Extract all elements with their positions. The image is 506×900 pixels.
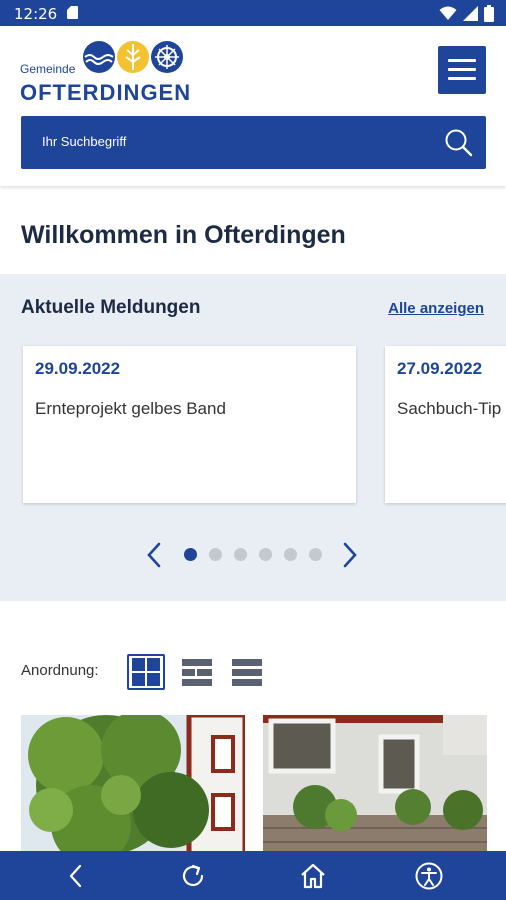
carousel-dot[interactable] bbox=[309, 548, 322, 561]
back-icon[interactable] bbox=[60, 859, 94, 893]
carousel-dot[interactable] bbox=[234, 548, 247, 561]
status-time: 12:26 bbox=[14, 5, 58, 23]
logo-name: OFTERDINGEN bbox=[20, 80, 192, 105]
search-input[interactable]: Ihr Suchbegriff bbox=[42, 134, 126, 149]
app-header: Gemeinde OFTERDINGEN Ihr Suchbegriff bbox=[0, 26, 506, 186]
layout-list-button[interactable] bbox=[230, 654, 268, 690]
bottom-nav bbox=[0, 851, 506, 900]
tree-photo bbox=[21, 715, 245, 855]
logo[interactable]: Gemeinde OFTERDINGEN bbox=[20, 40, 192, 105]
layout-label: Anordnung: bbox=[21, 662, 99, 679]
news-section: Aktuelle Meldungen Alle anzeigen 29.09.2… bbox=[0, 274, 506, 601]
list-icon bbox=[232, 659, 262, 686]
carousel-dot[interactable] bbox=[259, 548, 272, 561]
page-title: Willkommen in Ofterdingen bbox=[21, 221, 346, 249]
news-headline: Sachbuch-Tip bbox=[397, 399, 502, 418]
carousel-dot[interactable] bbox=[284, 548, 297, 561]
logo-small-text: Gemeinde bbox=[20, 62, 76, 76]
tile-image-tree[interactable] bbox=[21, 715, 245, 855]
news-date: 29.09.2022 bbox=[35, 359, 121, 378]
menu-button[interactable] bbox=[438, 46, 486, 94]
search-bar[interactable]: Ihr Suchbegriff bbox=[21, 116, 486, 169]
mixed-list-icon bbox=[182, 659, 212, 686]
accessibility-icon[interactable] bbox=[412, 859, 446, 893]
news-card[interactable]: 29.09.2022 Ernteprojekt gelbes Band bbox=[23, 346, 356, 503]
carousel-dots bbox=[184, 548, 322, 561]
carousel-dot[interactable] bbox=[209, 548, 222, 561]
news-title: Aktuelle Meldungen bbox=[21, 297, 201, 318]
news-card[interactable]: 27.09.2022 Sachbuch-Tip bbox=[385, 346, 506, 503]
sd-card-icon bbox=[67, 6, 78, 19]
news-date: 27.09.2022 bbox=[397, 359, 483, 378]
show-all-link[interactable]: Alle anzeigen bbox=[388, 300, 484, 317]
next-arrow-icon[interactable] bbox=[342, 542, 358, 568]
reload-icon[interactable] bbox=[176, 859, 210, 893]
logo-emblem-icon bbox=[83, 41, 183, 73]
news-headline: Ernteprojekt gelbes Band bbox=[35, 399, 226, 418]
tile-image-house[interactable] bbox=[263, 715, 487, 855]
status-bar: 12:26 bbox=[0, 0, 506, 26]
battery-icon bbox=[484, 4, 494, 22]
search-icon[interactable] bbox=[444, 128, 474, 158]
layout-grid-button[interactable] bbox=[127, 654, 165, 690]
home-icon[interactable] bbox=[296, 859, 330, 893]
prev-arrow-icon[interactable] bbox=[146, 542, 162, 568]
hamburger-icon bbox=[448, 59, 476, 62]
carousel-dot[interactable] bbox=[184, 548, 197, 561]
wifi-icon bbox=[439, 6, 457, 20]
grid-icon bbox=[132, 658, 160, 686]
layout-mixed-button[interactable] bbox=[180, 654, 218, 690]
signal-icon bbox=[463, 5, 478, 21]
house-photo bbox=[263, 715, 487, 855]
